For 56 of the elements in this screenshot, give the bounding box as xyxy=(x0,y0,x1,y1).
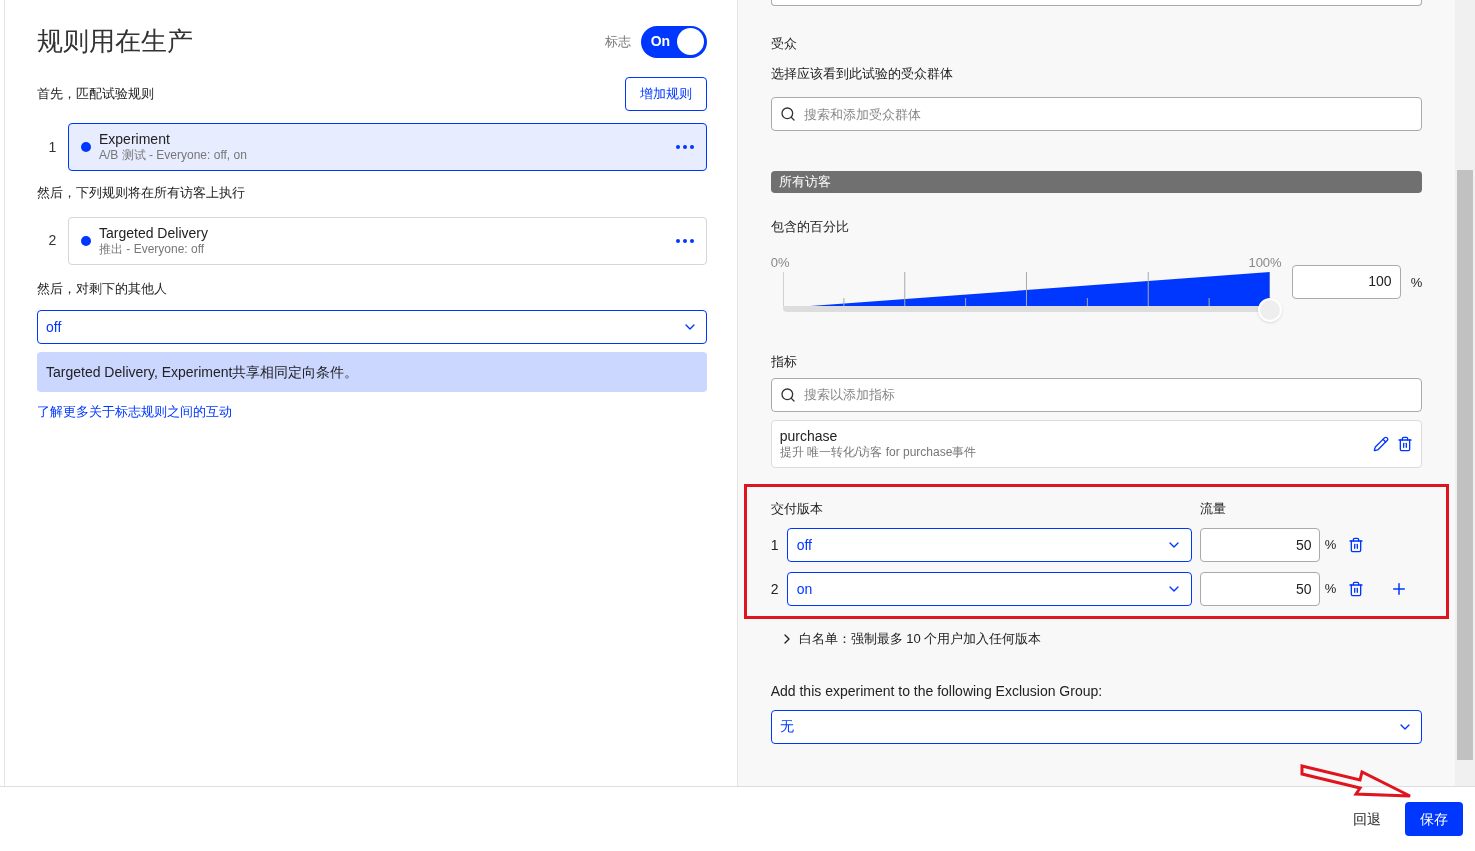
trash-icon[interactable] xyxy=(1348,537,1365,553)
rule-number: 1 xyxy=(47,137,58,157)
min-label: 0% xyxy=(770,253,790,272)
revert-button[interactable]: 回退 xyxy=(1353,808,1381,830)
metric-name: purchase xyxy=(779,427,839,445)
section-heading: 受众 xyxy=(770,35,798,53)
info-notice: Targeted Delivery, Experiment共享相同定向条件。 xyxy=(37,352,707,392)
traffic-field[interactable]: 50 xyxy=(1199,528,1320,562)
rule-number: 2 xyxy=(47,231,58,250)
section-heading: 包含的百分比 xyxy=(770,218,850,236)
more-icon[interactable] xyxy=(675,145,694,149)
rule-name: Experiment xyxy=(99,131,171,148)
variation-number: 1 xyxy=(770,535,780,555)
traffic-field[interactable]: 50 xyxy=(1199,572,1320,606)
section-heading: 指标 xyxy=(770,353,798,371)
scrollbar[interactable] xyxy=(1455,0,1475,786)
more-icon[interactable] xyxy=(675,238,694,243)
section-heading: 然后，下列规则将在所有访客上执行 xyxy=(37,184,245,202)
section-subtitle: 选择应该看到此试验的受众群体 xyxy=(770,64,954,83)
learn-more-link[interactable]: 了解更多关于标志规则之间的互动 xyxy=(37,402,232,422)
edit-icon[interactable] xyxy=(1373,435,1390,452)
rule-detail: 推出 - Everyone: off xyxy=(99,241,206,257)
select-field[interactable]: off xyxy=(786,528,1192,562)
search-field[interactable]: 搜索和添加受众群体 xyxy=(770,97,1423,131)
rule-card[interactable]: Targeted Delivery 推出 - Everyone: off xyxy=(68,216,707,265)
column-heading: 交付版本 xyxy=(770,499,824,518)
field-label: Add this experiment to the following Exclusion Group: xyxy=(770,681,1104,701)
slider-thumb[interactable] xyxy=(1257,298,1282,322)
trash-icon[interactable] xyxy=(1348,581,1365,597)
percent-unit: % xyxy=(1410,273,1423,292)
rule-detail: A/B 测试 - Everyone: off, on xyxy=(99,148,248,163)
search-icon xyxy=(779,386,796,403)
flag-toggle[interactable]: On xyxy=(640,25,707,58)
max-label: 100% xyxy=(1248,253,1282,272)
search-field[interactable]: 搜索以添加指标 xyxy=(770,377,1423,412)
flag-label: 标志 xyxy=(604,32,631,51)
select-field[interactable]: off xyxy=(37,310,707,344)
metric-detail: 提升 唯一转化/访客 for purchase事件 xyxy=(779,444,978,460)
save-button[interactable]: 保存 xyxy=(1405,802,1463,836)
page-title: 规则用在生产 xyxy=(37,25,193,58)
whitelist-toggle[interactable]: 白名单：强制最多 10 个用户加入任何版本 xyxy=(778,629,1042,649)
section-heading: 然后，对剩下的其他人 xyxy=(37,279,168,298)
percent-unit: % xyxy=(1324,536,1337,555)
rule-name: Targeted Delivery xyxy=(99,224,209,242)
section-heading: 首先，匹配试验规则 xyxy=(37,85,154,104)
percent-field[interactable]: 100 xyxy=(1291,264,1401,299)
audience-bar: 所有访客 xyxy=(770,171,1423,193)
column-heading: 流量 xyxy=(1199,499,1226,518)
percent-unit: % xyxy=(1324,580,1337,599)
select-field[interactable]: 无 xyxy=(770,709,1423,744)
trash-icon[interactable] xyxy=(1397,435,1414,452)
add-rule-button[interactable]: 增加规则 xyxy=(624,77,707,111)
select-field[interactable]: on xyxy=(786,572,1192,606)
rule-card[interactable]: Experiment A/B 测试 - Everyone: off, on xyxy=(68,123,707,171)
variation-number: 2 xyxy=(770,579,780,599)
search-icon xyxy=(779,106,796,122)
